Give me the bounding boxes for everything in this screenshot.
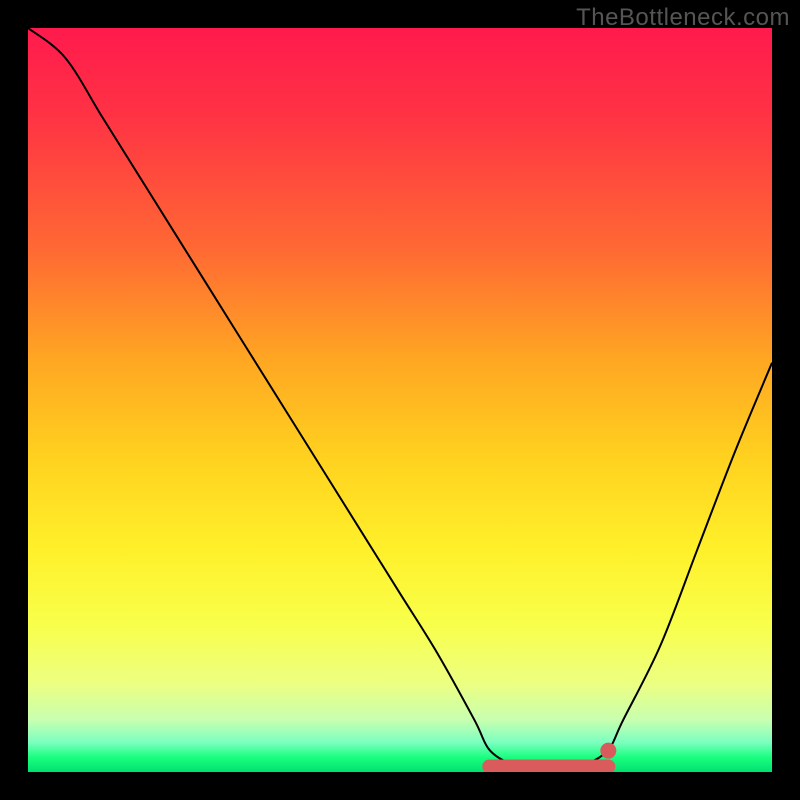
chart-frame: TheBottleneck.com bbox=[0, 0, 800, 800]
curve-svg bbox=[28, 28, 772, 772]
optimal-point-dot bbox=[600, 743, 616, 759]
plot-area bbox=[28, 28, 772, 772]
bottleneck-curve bbox=[28, 28, 772, 772]
watermark-text: TheBottleneck.com bbox=[576, 4, 790, 32]
